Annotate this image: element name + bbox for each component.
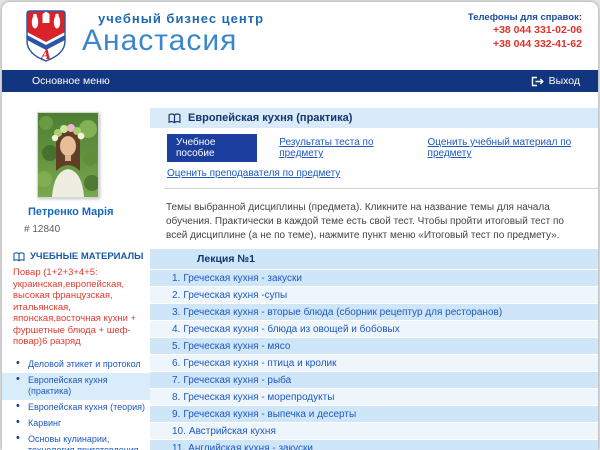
top-header: А учебный бизнес центр Анастасия Телефон… — [2, 2, 598, 70]
sidebar-item-label: Европейская кухня (теория) — [28, 402, 145, 412]
sidebar-item[interactable]: • Основы кулинарии, технология приготовле… — [2, 432, 150, 450]
lecture-row: 11.Английская кухня - закуски — [150, 440, 598, 450]
sidebar-item[interactable]: • Европейская кухня (практика) — [2, 373, 150, 400]
bullet-icon: • — [16, 433, 20, 444]
phone-number: +38 044 331-02-06 — [468, 23, 582, 37]
materials-section-header: УЧЕБНЫЕ МАТЕРИАЛЫ — [13, 251, 150, 262]
book-icon — [168, 113, 181, 124]
lecture-row: 4.Греческая кухня - блюда из овощей и бо… — [150, 321, 598, 338]
logout-button[interactable]: Выход — [531, 75, 580, 87]
lecture-number: 9. — [172, 409, 180, 420]
lecture-link[interactable]: Греческая кухня - выпечка и десерты — [183, 409, 356, 420]
main-area: Петренко Марія # 12840 УЧЕБНЫЕ МАТЕРИАЛЫ… — [2, 92, 598, 450]
lecture-number: 11. — [172, 443, 185, 450]
lecture-link[interactable]: Греческая кухня - морепродукты — [183, 392, 334, 403]
lecture-link[interactable]: Греческая кухня - мясо — [183, 341, 290, 352]
tab-link[interactable]: Оценить преподавателя по предмету — [167, 168, 340, 179]
lecture-link[interactable]: Греческая кухня - птица и кролик — [183, 358, 336, 369]
sidebar-materials-list: • Деловой этикет и протокол • Европейская к… — [2, 357, 150, 450]
sidebar-item-label: Деловой этикет и протокол — [28, 359, 141, 369]
lecture-row: 1.Греческая кухня - закуски — [150, 270, 598, 287]
lecture-link[interactable]: Австрийская кухня — [189, 426, 276, 437]
bullet-icon: • — [16, 358, 20, 369]
lecture-row: 9.Греческая кухня - выпечка и десерты — [150, 406, 598, 423]
subject-header: Европейская кухня (практика) — [150, 108, 598, 128]
lecture-link[interactable]: Греческая кухня - рыба — [183, 375, 291, 386]
phones-block: Телефоны для справок: +38 044 331-02-06 … — [468, 12, 582, 51]
tab-link[interactable]: Результаты теста по предмету — [279, 137, 405, 159]
course-description: Повар (1+2+3+4+5: украинская,европейская… — [13, 267, 140, 348]
content: Европейская кухня (практика) Учебное пос… — [150, 92, 598, 450]
lecture-number: 2. — [172, 290, 180, 301]
phone-number: +38 044 332-41-62 — [468, 37, 582, 51]
lecture-number: 10. — [172, 426, 186, 437]
lecture-row: 3.Греческая кухня - вторые блюда (сборни… — [150, 304, 598, 321]
brand: учебный бизнес центр Анастасия — [82, 11, 264, 56]
lecture-number: 6. — [172, 358, 180, 369]
sidebar-item[interactable]: • Карвинг — [2, 416, 150, 432]
lecture-link[interactable]: Греческая кухня - закуски — [183, 273, 302, 284]
lecture-row: 10.Австрийская кухня — [150, 423, 598, 440]
bullet-icon: • — [16, 374, 20, 385]
lecture-row: 5.Греческая кухня - мясо — [150, 338, 598, 355]
lecture-number: 7. — [172, 375, 180, 386]
logo-shield-icon: А — [26, 9, 66, 63]
lecture-section-header: Лекция №1 — [150, 249, 598, 270]
sidebar: Петренко Марія # 12840 УЧЕБНЫЕ МАТЕРИАЛЫ… — [2, 92, 150, 450]
sidebar-item[interactable]: • Европейская кухня (теория) — [2, 400, 150, 416]
lecture-rows: 1.Греческая кухня - закуски2.Греческая к… — [150, 270, 598, 450]
lecture-number: 4. — [172, 324, 180, 335]
bullet-icon: • — [16, 401, 20, 412]
sidebar-item-label: Основы кулинарии, технология приготовлен… — [28, 434, 139, 450]
logout-label: Выход — [549, 75, 580, 87]
lecture-row: 2.Греческая кухня -супы — [150, 287, 598, 304]
tabs-row-1: Учебное пособие Результаты теста по предм… — [167, 134, 598, 162]
main-menu-bar: Основное меню Выход — [2, 70, 598, 92]
sidebar-item-label: Европейская кухня (практика) — [28, 375, 108, 396]
divider — [164, 188, 598, 189]
book-icon — [13, 252, 25, 262]
lecture-row: 7.Греческая кухня - рыба — [150, 372, 598, 389]
lecture-number: 1. — [172, 273, 180, 284]
lecture-link[interactable]: Греческая кухня - блюда из овощей и бобо… — [183, 324, 399, 335]
lecture-row: 6.Греческая кухня - птица и кролик — [150, 355, 598, 372]
exit-icon — [531, 76, 544, 87]
phones-label: Телефоны для справок: — [468, 12, 582, 23]
user-photo — [37, 112, 99, 198]
brand-title: Анастасия — [82, 26, 264, 56]
lecture-link[interactable]: Греческая кухня -супы — [183, 290, 287, 301]
subject-title: Европейская кухня (практика) — [188, 112, 352, 124]
lecture-number: 5. — [172, 341, 180, 352]
sidebar-item[interactable]: • Деловой этикет и протокол — [2, 357, 150, 373]
lecture-list: Лекция №1 1.Греческая кухня - закуски2.Г… — [150, 249, 598, 450]
user-id: # 12840 — [24, 224, 150, 235]
main-menu-item[interactable]: Основное меню — [32, 75, 110, 87]
lecture-number: 8. — [172, 392, 180, 403]
lecture-link[interactable]: Английская кухня - закуски — [188, 443, 313, 450]
lecture-row: 8.Греческая кухня - морепродукты — [150, 389, 598, 406]
tab-link[interactable]: Оценить учебный материал по предмету — [428, 137, 598, 159]
lecture-link[interactable]: Греческая кухня - вторые блюда (сборник … — [183, 307, 502, 318]
materials-title: УЧЕБНЫЕ МАТЕРИАЛЫ — [30, 251, 143, 262]
tab-active[interactable]: Учебное пособие — [167, 134, 257, 162]
lecture-number: 3. — [172, 307, 180, 318]
page: А учебный бизнес центр Анастасия Телефон… — [2, 2, 598, 450]
tabs-row-2: Оценить преподавателя по предмету — [167, 168, 598, 179]
user-name: Петренко Марія — [28, 206, 150, 218]
sidebar-item-label: Карвинг — [28, 418, 61, 428]
intro-text: Темы выбранной дисциплины (предмета). Кл… — [166, 201, 584, 243]
bullet-icon: • — [16, 417, 20, 428]
